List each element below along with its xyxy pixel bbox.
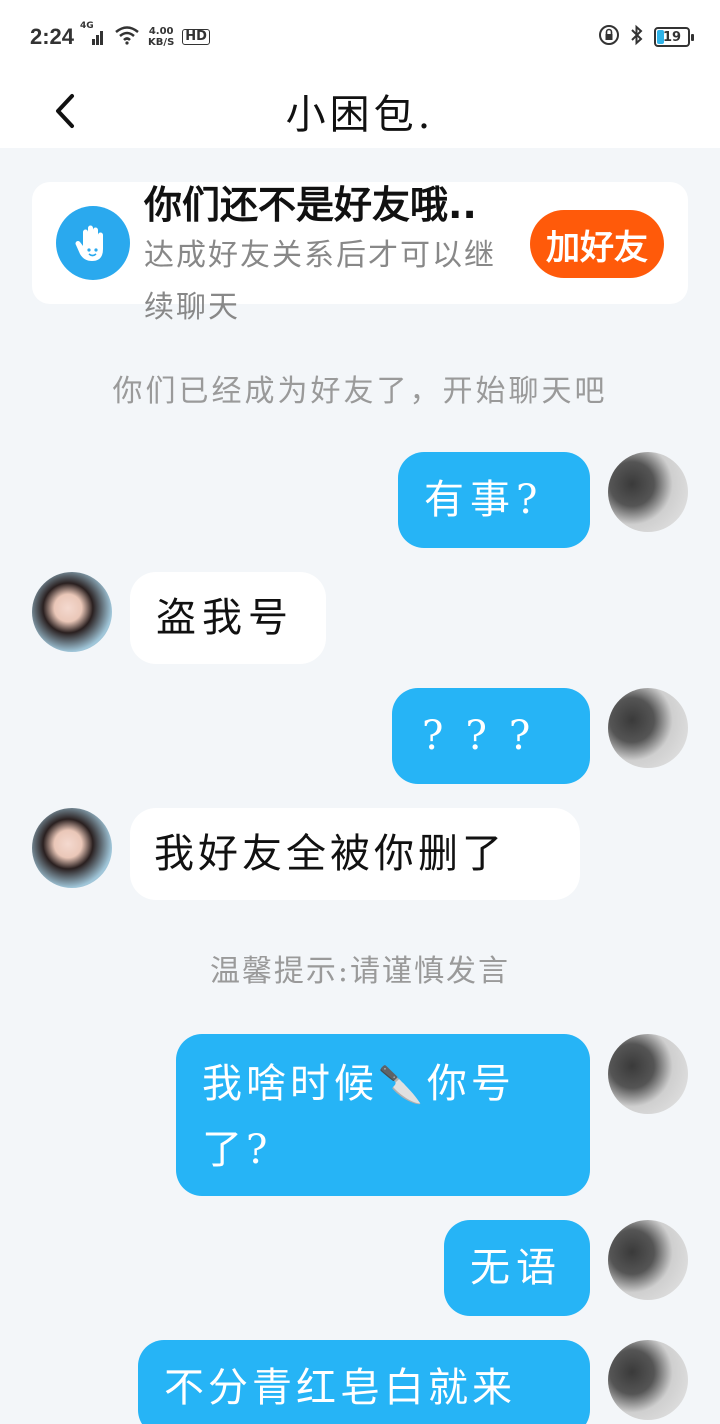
status-bar: 2:24 4G 4.00 KB/S HD 19	[0, 0, 720, 74]
message-text: ???	[422, 713, 553, 759]
back-button[interactable]	[42, 88, 88, 134]
hand-icon	[56, 206, 130, 280]
bluetooth-icon	[630, 24, 644, 50]
chat-title: 小困包.	[285, 92, 435, 138]
banner-description: 达成好友关系后才可以继续聊天	[144, 238, 496, 325]
my-avatar[interactable]	[608, 1340, 688, 1420]
speed-unit: KB/S	[148, 37, 175, 48]
hd-badge: HD	[182, 29, 210, 45]
my-avatar[interactable]	[608, 452, 688, 532]
my-avatar[interactable]	[608, 1034, 688, 1114]
network-type: 4G	[80, 21, 94, 31]
system-notice: 你们已经成为好友了，开始聊天吧	[112, 374, 608, 409]
warning-notice: 温馨提示:请谨慎发言	[209, 954, 511, 989]
chevron-left-icon	[56, 94, 74, 128]
message-bubble-outgoing[interactable]: 不分青红皂白就来	[138, 1340, 590, 1424]
message-text: 无语	[470, 1245, 562, 1291]
battery-icon: 19	[654, 27, 694, 47]
message-text: 我啥时候🔪你号了?	[202, 1052, 564, 1182]
lock-rotation-icon	[598, 24, 620, 50]
status-left: 2:24 4G 4.00 KB/S HD	[30, 21, 210, 50]
battery-level: 19	[662, 29, 682, 45]
chat-header: 小困包.	[0, 74, 720, 148]
message-bubble-outgoing[interactable]: ???	[392, 688, 590, 784]
my-avatar[interactable]	[608, 1220, 688, 1300]
my-avatar[interactable]	[608, 688, 688, 768]
status-time: 2:24	[30, 24, 75, 49]
message-bubble-incoming[interactable]: 我好友全被你删了	[130, 808, 580, 900]
message-bubble-incoming[interactable]: 盗我号	[130, 572, 326, 664]
banner-title: 你们还不是好友哦..	[144, 183, 477, 227]
wifi-icon	[114, 25, 140, 49]
message-text: 不分青红皂白就来	[164, 1365, 516, 1411]
message-bubble-outgoing[interactable]: 无语	[444, 1220, 590, 1316]
message-text-part: 我啥时候	[202, 1061, 378, 1107]
message-text: 我好友全被你删了	[154, 831, 506, 877]
status-right: 19	[598, 24, 694, 50]
message-bubble-outgoing[interactable]: 有事?	[398, 452, 590, 548]
knife-icon: 🔪	[378, 1065, 427, 1106]
message-text: 有事?	[424, 477, 544, 523]
contact-avatar[interactable]	[32, 572, 112, 652]
contact-avatar[interactable]	[32, 808, 112, 888]
speed-value: 4.00	[148, 26, 174, 37]
add-friend-button[interactable]: 加好友	[530, 210, 664, 278]
signal-icon: 4G	[80, 21, 106, 47]
message-text: 盗我号	[156, 595, 294, 641]
message-bubble-outgoing[interactable]: 我啥时候🔪你号了?	[176, 1034, 590, 1196]
network-speed: 4.00 KB/S	[148, 26, 174, 48]
not-friends-banner: 你们还不是好友哦.. 达成好友关系后才可以继续聊天 加好友	[32, 182, 688, 325]
